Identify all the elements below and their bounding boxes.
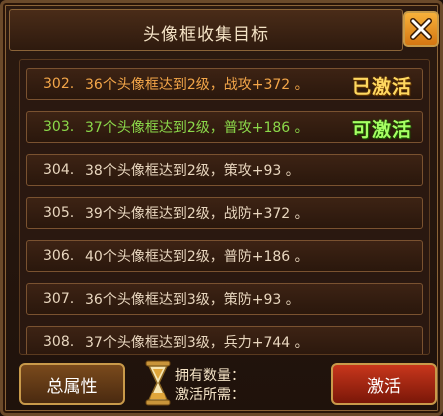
goal-description: 40个头像框达到2级，普防+186 。 (85, 249, 309, 265)
collection-goal-dialog: 头像框收集目标 302. 36个头像框达到2级，战攻+372 。 已激活 303… (0, 0, 443, 416)
dialog-title: 头像框收集目标 (143, 25, 269, 45)
close-icon (410, 18, 432, 40)
activate-button[interactable]: 激活 (331, 363, 437, 405)
goal-row[interactable]: 303. 37个头像框达到2级，普攻+186 。 可激活 (26, 111, 423, 143)
activatable-badge[interactable]: 可激活 (352, 115, 412, 142)
total-attributes-button[interactable]: 总属性 (19, 363, 125, 405)
goal-description: 37个头像框达到3级，兵力+744 。 (85, 335, 309, 351)
activated-badge: 已激活 (351, 76, 412, 98)
info-text: 拥有数量： 激活所需： (175, 367, 245, 405)
goal-number: 307. (43, 291, 75, 307)
goal-row[interactable]: 304. 38个头像框达到2级，策攻+93 。 (26, 154, 423, 186)
goal-row[interactable]: 305. 39个头像框达到2级，战防+372 。 (26, 197, 423, 229)
dialog-titlebar: 头像框收集目标 (9, 9, 403, 51)
goal-number: 302. (43, 76, 75, 92)
goal-number: 306. (43, 248, 75, 264)
goal-number: 305. (43, 205, 75, 221)
goal-number: 303. (43, 119, 75, 135)
required-count-label: 激活所需： (175, 387, 245, 403)
goal-number: 308. (43, 334, 75, 350)
goal-description: 38个头像框达到2级，策攻+93 。 (85, 163, 300, 179)
goal-description: 36个头像框达到3级，策防+93 。 (85, 292, 300, 308)
owned-count-label: 拥有数量： (175, 368, 245, 384)
goal-row[interactable]: 307. 36个头像框达到3级，策防+93 。 (26, 283, 423, 315)
goal-row[interactable]: 302. 36个头像框达到2级，战攻+372 。 已激活 (26, 68, 423, 100)
goal-number: 304. (43, 162, 75, 178)
goal-list[interactable]: 302. 36个头像框达到2级，战攻+372 。 已激活 303. 37个头像框… (19, 59, 430, 355)
close-button[interactable] (403, 11, 439, 47)
hourglass-icon (145, 360, 171, 406)
goal-row[interactable]: 306. 40个头像框达到2级，普防+186 。 (26, 240, 423, 272)
goal-row[interactable]: 308. 37个头像框达到3级，兵力+744 。 (26, 326, 423, 354)
goal-description: 39个头像框达到2级，战防+372 。 (85, 206, 309, 222)
